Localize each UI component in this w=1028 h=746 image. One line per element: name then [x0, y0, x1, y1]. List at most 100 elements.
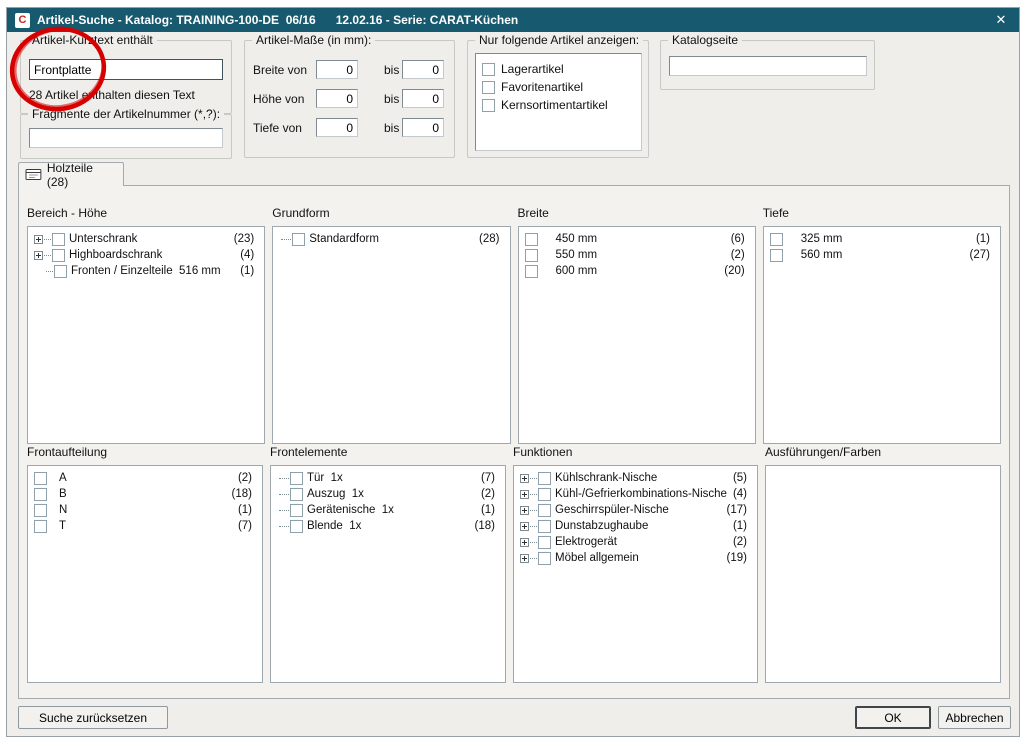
tree-item[interactable]: Elektrogerät (2)	[514, 534, 757, 550]
list-item[interactable]: A (2)	[28, 470, 262, 486]
checkbox[interactable]	[482, 81, 495, 94]
tree-line	[279, 494, 289, 495]
panel-funktionen: Funktionen Kühlschrank-Nische (5) Kühl-/…	[513, 445, 758, 683]
checkbox[interactable]	[538, 472, 551, 485]
checkbox[interactable]	[52, 249, 65, 262]
checkbox[interactable]	[290, 520, 303, 533]
tree-item[interactable]: Möbel allgemein (19)	[514, 550, 757, 566]
checkbox[interactable]	[290, 488, 303, 501]
tree-item[interactable]: Fronten / Einzelteile 516 mm (1)	[28, 263, 264, 279]
checkbox[interactable]	[525, 249, 538, 262]
list-item[interactable]: 600 mm (20)	[519, 263, 755, 279]
option-lagerartikel[interactable]: Lagerartikel	[482, 60, 635, 78]
checkbox[interactable]	[292, 233, 305, 246]
tree-item[interactable]: Highboardschrank (4)	[28, 247, 264, 263]
kurztext-input[interactable]	[29, 59, 223, 80]
item-label: B	[59, 488, 67, 500]
item-count: (27)	[964, 249, 990, 261]
checkbox[interactable]	[770, 249, 783, 262]
titlebar[interactable]: C Artikel-Suche - Katalog: TRAINING-100-…	[7, 8, 1019, 32]
group-masse-label: Artikel-Maße (in mm):	[252, 33, 375, 47]
tab-holzteile[interactable]: Holzteile (28)	[18, 162, 124, 186]
expand-icon[interactable]	[520, 506, 529, 515]
tree-item[interactable]: Dunstabzughaube (1)	[514, 518, 757, 534]
item-label: 600 mm	[556, 265, 598, 277]
ok-button[interactable]: OK	[855, 706, 931, 729]
expand-icon[interactable]	[520, 522, 529, 531]
checkbox[interactable]	[34, 488, 47, 501]
close-icon[interactable]: ✕	[991, 12, 1011, 28]
checkbox[interactable]	[54, 265, 67, 278]
item-label: Auszug 1x	[307, 488, 364, 500]
checkbox[interactable]	[482, 63, 495, 76]
expand-icon[interactable]	[520, 490, 529, 499]
panel-section-2: Frontaufteilung A (2) B (18) N	[27, 445, 1001, 683]
tree-item[interactable]: Geschirrspüler-Nische (17)	[514, 502, 757, 518]
checkbox[interactable]	[525, 265, 538, 278]
checkbox[interactable]	[34, 472, 47, 485]
list-item[interactable]: 550 mm (2)	[519, 247, 755, 263]
list-item[interactable]: N (1)	[28, 502, 262, 518]
cancel-button[interactable]: Abbrechen	[938, 706, 1011, 729]
item-label: Dunstabzughaube	[555, 520, 648, 532]
list-item[interactable]: B (18)	[28, 486, 262, 502]
item-label: A	[59, 472, 67, 484]
tree-item[interactable]: Unterschrank (23)	[28, 231, 264, 247]
tiefe-bis-input[interactable]	[402, 118, 444, 137]
app-icon: C	[15, 13, 30, 28]
item-count: (1)	[475, 504, 495, 516]
item-count: (7)	[475, 472, 495, 484]
checkbox[interactable]	[538, 504, 551, 517]
expand-icon[interactable]	[34, 251, 43, 260]
list-item[interactable]: 560 mm (27)	[764, 247, 1000, 263]
tree-item[interactable]: Blende 1x (18)	[271, 518, 505, 534]
tiefe-von-input[interactable]	[316, 118, 358, 137]
expand-icon[interactable]	[520, 538, 529, 547]
panel-title: Breite	[518, 206, 756, 222]
checkbox[interactable]	[538, 536, 551, 549]
checkbox[interactable]	[770, 233, 783, 246]
tree-item[interactable]: Standardform (28)	[273, 231, 509, 247]
group-fragmente: Fragmente der Artikelnummer (*,?):	[20, 114, 232, 159]
katalogseite-input[interactable]	[669, 56, 867, 76]
checkbox[interactable]	[34, 520, 47, 533]
tree-line	[46, 271, 53, 272]
checkbox[interactable]	[538, 552, 551, 565]
checkbox[interactable]	[52, 233, 65, 246]
reset-search-button[interactable]: Suche zurücksetzen	[18, 706, 168, 729]
tree-item[interactable]: Kühlschrank-Nische (5)	[514, 470, 757, 486]
panel-title: Frontelemente	[270, 445, 506, 461]
hoehe-von-input[interactable]	[316, 89, 358, 108]
breite-von-input[interactable]	[316, 60, 358, 79]
checkbox[interactable]	[34, 504, 47, 517]
tree-item[interactable]: Auszug 1x (2)	[271, 486, 505, 502]
expand-icon[interactable]	[520, 554, 529, 563]
checkbox[interactable]	[482, 99, 495, 112]
panel-section-1: Bereich - Höhe Unterschrank (23) Highboa…	[27, 206, 1001, 444]
list-item[interactable]: 450 mm (6)	[519, 231, 755, 247]
hoehe-bis-input[interactable]	[402, 89, 444, 108]
list-item[interactable]: 325 mm (1)	[764, 231, 1000, 247]
breite-bis-input[interactable]	[402, 60, 444, 79]
tree-item[interactable]: Kühl-/Gefrierkombinations-Nische (4)	[514, 486, 757, 502]
tree-line	[530, 542, 537, 543]
item-count: (5)	[727, 472, 747, 484]
expand-icon[interactable]	[520, 474, 529, 483]
list-item[interactable]: T (7)	[28, 518, 262, 534]
checkbox[interactable]	[538, 488, 551, 501]
checkbox[interactable]	[290, 472, 303, 485]
panel-list: Standardform (28)	[272, 226, 510, 444]
expand-icon[interactable]	[34, 235, 43, 244]
tree-item[interactable]: Tür 1x (7)	[271, 470, 505, 486]
panel-frontaufteilung: Frontaufteilung A (2) B (18) N	[27, 445, 263, 683]
panel-title: Bereich - Höhe	[27, 206, 265, 222]
tree-line	[530, 510, 537, 511]
option-favoritenartikel[interactable]: Favoritenartikel	[482, 78, 635, 96]
item-label: Fronten / Einzelteile 516 mm	[71, 265, 221, 277]
fragmente-input[interactable]	[29, 128, 223, 148]
option-kernsortimentartikel[interactable]: Kernsortimentartikel	[482, 96, 635, 114]
checkbox[interactable]	[525, 233, 538, 246]
checkbox[interactable]	[538, 520, 551, 533]
tree-item[interactable]: Gerätenische 1x (1)	[271, 502, 505, 518]
checkbox[interactable]	[290, 504, 303, 517]
